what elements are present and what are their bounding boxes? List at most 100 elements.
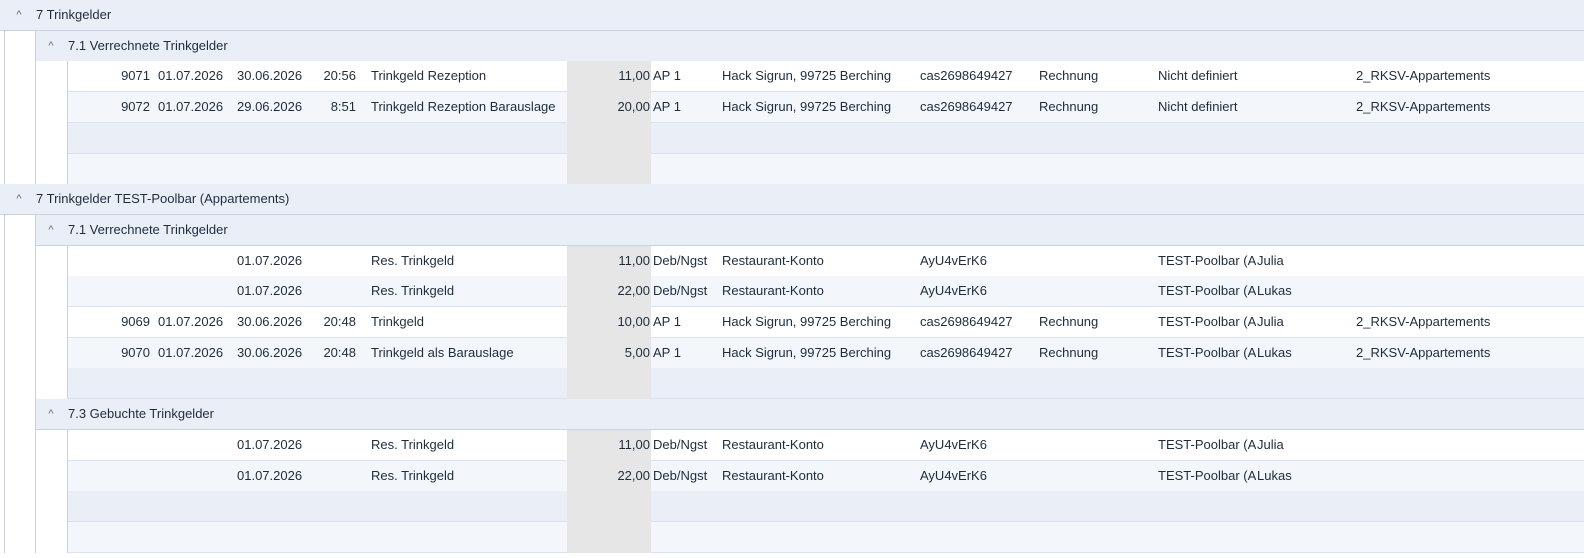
cell-datum2: 30.06.2026 (237, 68, 303, 84)
cell-text: Res. Trinkgeld (371, 467, 455, 483)
empty-row (0, 122, 1584, 154)
cell-gast: Hack Sigrun, 99725 Berching (722, 99, 892, 115)
cell-text: Trinkgeld Rezeption (371, 68, 487, 84)
group-header[interactable]: ^ 7 Trinkgelder (0, 0, 1584, 31)
cell-outlet: TEST-Poolbar (A| (1158, 344, 1256, 360)
cell-datum: 01.07.2026 (158, 99, 224, 115)
cell-betrieb: 2_RKSV-Appartements (1356, 68, 1491, 84)
cell-person: Julia (1257, 314, 1284, 329)
cell-ref: AyU4vErK6 (920, 436, 987, 452)
cell-zeit: 8:51 (330, 99, 356, 115)
cell-ref: AyU4vErK6 (920, 467, 987, 483)
table-row[interactable]: 01.07.2026 Res. Trinkgeld 11,00 Deb/Ngst Res… (0, 429, 1584, 461)
cell-typ (1039, 276, 1149, 306)
row-indent-cell (36, 460, 68, 492)
group-indent (0, 399, 36, 431)
cell-person: Lukas (1257, 283, 1292, 299)
row-indent-cell (36, 153, 68, 185)
cell-kasse: AP 1 (653, 68, 681, 84)
cell-typ: Rechnung (1039, 68, 1099, 84)
cell-ref: AyU4vErK6 (920, 283, 987, 299)
cell-gast: Restaurant-Konto (722, 283, 824, 299)
cell-betrieb (1356, 246, 1526, 276)
group-label: 7 Trinkgelder TEST-Poolbar (Appartements… (36, 191, 290, 207)
tree-guide-line (4, 491, 5, 523)
tree-guide-line (4, 429, 5, 461)
tree-guide-line (4, 337, 5, 369)
subgroup-header[interactable]: ^ 7.1 Verrechnete Trinkgelder (0, 30, 1584, 62)
cell-betrag: 10,00 (617, 314, 650, 329)
tree-guide-line (4, 153, 5, 185)
tree-guide-line (4, 368, 5, 400)
table-row[interactable]: 01.07.2026 Res. Trinkgeld 22,00 Deb/Ngst Res… (0, 276, 1584, 308)
table-row[interactable]: 9071 01.07.2026 30.06.2026 20:56 Trinkgeld R… (0, 61, 1584, 93)
cell-datum (158, 276, 230, 306)
tree-guide-line (4, 276, 5, 308)
row-indent-cell (0, 245, 36, 277)
amount-column-band (567, 122, 651, 154)
chevron-up-icon[interactable]: ^ (44, 399, 58, 429)
cell-betrag: 11,00 (618, 68, 650, 84)
cell-nr: 9072 (121, 99, 150, 115)
cell-typ: Rechnung (1039, 344, 1099, 360)
cell-gast: Hack Sigrun, 99725 Berching (722, 344, 892, 360)
group-label: 7.3 Gebuchte Trinkgelder (68, 406, 214, 422)
table-row[interactable]: 01.07.2026 Res. Trinkgeld 22,00 Deb/Ngst Res… (0, 460, 1584, 492)
row-indent-cell (36, 245, 68, 277)
cell-typ: Rechnung (1039, 99, 1099, 115)
row-indent-cell (0, 92, 36, 124)
cell-outlet: TEST-Poolbar (A| (1158, 314, 1256, 329)
table-row[interactable]: 9072 01.07.2026 29.06.2026 8:51 Trinkgeld Re… (0, 92, 1584, 124)
cell-ref: cas2698649427 (920, 314, 1013, 329)
subgroup-header[interactable]: ^ 7.1 Verrechnete Trinkgelder (0, 214, 1584, 246)
row-indent-cell (36, 521, 68, 553)
row-indent-cell (36, 307, 68, 338)
cell-typ (1039, 430, 1149, 460)
chevron-up-icon[interactable]: ^ (44, 31, 58, 61)
amount-column-band (567, 368, 651, 400)
row-indent-cell (0, 307, 36, 338)
amount-column-band (567, 153, 651, 185)
row-indent-cell (0, 122, 36, 154)
cell-typ (1039, 246, 1149, 276)
cell-datum: 01.07.2026 (158, 314, 224, 329)
cell-datum2: 01.07.2026 (237, 467, 303, 483)
cell-datum (158, 430, 230, 460)
table-row[interactable]: 9070 01.07.2026 30.06.2026 20:48 Trinkgeld a… (0, 337, 1584, 369)
cell-kasse: AP 1 (653, 314, 681, 329)
table-row[interactable]: 9069 01.07.2026 30.06.2026 20:48 Trinkgeld 10… (0, 307, 1584, 338)
tip-report-grid: ^ 7 Trinkgelder ^ 7.1 Verrechnete Trinkgeld… (0, 0, 1584, 558)
cell-gast: Restaurant-Konto (722, 252, 824, 268)
cell-betrieb (1356, 461, 1526, 491)
cell-text: Trinkgeld als Barauslage (371, 344, 514, 360)
subgroup-header[interactable]: ^ 7.3 Gebuchte Trinkgelder (0, 399, 1584, 431)
group-indent-line (4, 214, 5, 246)
cell-outlet: TEST-Poolbar (A| (1158, 252, 1256, 268)
row-indent-cell (36, 61, 68, 93)
row-indent-cell (0, 153, 36, 185)
cell-kasse: AP 1 (653, 99, 681, 115)
cell-ref: AyU4vErK6 (920, 252, 987, 268)
cell-betrag: 5,00 (624, 344, 650, 360)
cell-nr: 9071 (121, 68, 150, 84)
row-indent-cell (0, 368, 36, 400)
cell-zeit (310, 430, 356, 460)
table-row[interactable]: 01.07.2026 Res. Trinkgeld 11,00 Deb/Ngst Res… (0, 245, 1584, 277)
row-indent-cell (36, 429, 68, 461)
amount-column-band (567, 491, 651, 523)
chevron-up-icon[interactable]: ^ (12, 0, 26, 30)
cell-datum: 01.07.2026 (158, 344, 224, 360)
group-indent-line (4, 399, 5, 431)
group-header[interactable]: ^ 7 Trinkgelder TEST-Poolbar (Appartement… (0, 184, 1584, 216)
group-indent (0, 214, 36, 246)
cell-nr (68, 430, 150, 460)
chevron-up-icon[interactable]: ^ (12, 184, 26, 214)
cell-betrag: 22,00 (617, 283, 650, 299)
cell-nr: 9069 (121, 314, 150, 329)
group-label: 7.1 Verrechnete Trinkgelder (68, 221, 228, 237)
cell-outlet: Nicht definiert (1158, 99, 1238, 115)
cell-ref: cas2698649427 (920, 344, 1013, 360)
cell-gast: Hack Sigrun, 99725 Berching (722, 314, 892, 329)
chevron-up-icon[interactable]: ^ (44, 215, 58, 245)
row-indent-cell (0, 337, 36, 369)
